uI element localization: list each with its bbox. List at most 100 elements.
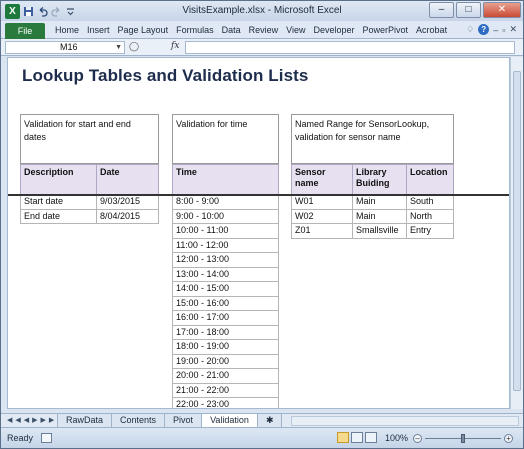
page-layout-view-icon[interactable] <box>351 432 363 443</box>
table-cell[interactable]: South <box>406 194 454 210</box>
table-cell[interactable]: 8/04/2015 <box>96 208 159 224</box>
worksheet-grid[interactable]: Lookup Tables and Validation Lists Valid… <box>7 57 510 409</box>
zoom-level[interactable]: 100% <box>385 433 408 443</box>
column-header-description[interactable]: Description <box>20 164 97 195</box>
table-row: 21:00 - 22:00 <box>172 382 279 398</box>
macro-record-icon[interactable] <box>41 433 52 443</box>
tab-page-layout[interactable]: Page Layout <box>114 25 173 35</box>
table-row: 11:00 - 12:00 <box>172 237 279 253</box>
table-cell[interactable]: 13:00 - 14:00 <box>172 266 279 282</box>
ribbon-tab-list: Home Insert Page Layout Formulas Data Re… <box>51 25 451 35</box>
table-cell[interactable]: 9/03/2015 <box>96 194 159 210</box>
sheet-tab-rawdata[interactable]: RawData <box>57 414 113 428</box>
insert-sheet-icon[interactable]: ✱ <box>256 414 283 428</box>
zoom-out-icon[interactable]: – <box>413 434 422 443</box>
sheet-tab-contents[interactable]: Contents <box>111 414 166 428</box>
normal-view-icon[interactable] <box>337 432 349 443</box>
column-header-location[interactable]: Location <box>406 164 454 195</box>
column-header-library-building[interactable]: Library Buiding <box>352 164 407 195</box>
sheet-tab-pivot[interactable]: Pivot <box>164 414 203 428</box>
table-cell[interactable]: 10:00 - 11:00 <box>172 223 279 239</box>
table-row: W02 Main North <box>291 208 454 224</box>
formula-collapse-icon[interactable]: ◯ <box>129 41 139 52</box>
table-cell[interactable]: 19:00 - 20:00 <box>172 353 279 369</box>
table-cell[interactable]: 8:00 - 9:00 <box>172 194 279 210</box>
table-cell[interactable]: 16:00 - 17:00 <box>172 310 279 326</box>
workbook-minimize-icon[interactable]: – <box>493 25 498 35</box>
minimize-button[interactable]: – <box>429 2 454 18</box>
maximize-button[interactable]: □ <box>456 2 481 18</box>
table-cell[interactable]: 15:00 - 16:00 <box>172 295 279 311</box>
sheet-tab-bar: ◀◀◀▶▶▶ RawData Contents Pivot Validation… <box>1 413 523 428</box>
table-cell[interactable]: 20:00 - 21:00 <box>172 368 279 384</box>
scrollbar-thumb[interactable] <box>513 71 521 391</box>
zoom-slider[interactable]: – + <box>413 434 513 443</box>
table-cell[interactable]: North <box>406 208 454 224</box>
tab-view[interactable]: View <box>282 25 309 35</box>
close-button[interactable]: ✕ <box>483 2 521 18</box>
table-cell[interactable]: 12:00 - 13:00 <box>172 252 279 268</box>
tab-data[interactable]: Data <box>218 25 245 35</box>
table-cell[interactable]: Main <box>352 194 407 210</box>
page-break-view-icon[interactable] <box>365 432 377 443</box>
table-cell[interactable]: 21:00 - 22:00 <box>172 382 279 398</box>
workbook-restore-icon[interactable]: ▫ <box>502 25 505 35</box>
table-row: 13:00 - 14:00 <box>172 266 279 282</box>
tab-developer[interactable]: Developer <box>309 25 358 35</box>
tab-home[interactable]: Home <box>51 25 83 35</box>
zoom-track[interactable] <box>425 434 501 443</box>
ribbon-right-controls: ♢ ? – ▫ ✕ <box>466 24 517 35</box>
table-cell[interactable]: 18:00 - 19:00 <box>172 339 279 355</box>
formula-bar: M16 ▼ ◯ fx <box>1 39 523 56</box>
workbook-close-icon[interactable]: ✕ <box>509 24 517 35</box>
sheet-navigation-icons[interactable]: ◀◀◀▶▶▶ <box>7 416 57 424</box>
table-cell[interactable]: W01 <box>291 194 353 210</box>
sheet-tab-list: RawData Contents Pivot Validation ✱ <box>57 414 283 428</box>
table-cell[interactable]: Entry <box>406 223 454 239</box>
formula-input[interactable] <box>185 41 515 54</box>
tab-acrobat[interactable]: Acrobat <box>412 25 451 35</box>
chevron-down-icon[interactable]: ▼ <box>115 42 122 53</box>
table-row: 20:00 - 21:00 <box>172 368 279 384</box>
table-cell[interactable]: 14:00 - 15:00 <box>172 281 279 297</box>
table-row: W01 Main South <box>291 194 454 210</box>
validation-dates-header[interactable]: Validation for start and end dates <box>20 114 159 164</box>
minimize-ribbon-icon[interactable]: ♢ <box>466 24 474 35</box>
table-cell[interactable]: Start date <box>20 194 97 210</box>
table-cell[interactable]: 9:00 - 10:00 <box>172 208 279 224</box>
name-box[interactable]: M16 ▼ <box>5 41 125 54</box>
zoom-knob[interactable] <box>461 434 465 443</box>
table-row: 12:00 - 13:00 <box>172 252 279 268</box>
tab-powerpivot[interactable]: PowerPivot <box>359 25 413 35</box>
status-text: Ready <box>7 433 34 443</box>
tab-review[interactable]: Review <box>245 25 283 35</box>
freeze-pane-divider[interactable] <box>8 194 509 196</box>
column-header-sensor-name[interactable]: Sensor name <box>291 164 353 195</box>
table-cell[interactable]: End date <box>20 208 97 224</box>
validation-time-header[interactable]: Validation for time <box>172 114 279 164</box>
table-row: 8:00 - 9:00 <box>172 194 279 210</box>
vertical-scrollbar[interactable] <box>510 57 523 409</box>
sheet-tab-validation[interactable]: Validation <box>201 414 258 428</box>
sensor-lookup-header[interactable]: Named Range for SensorLookup, validation… <box>291 114 454 164</box>
tab-formulas[interactable]: Formulas <box>172 25 218 35</box>
tab-file[interactable]: File <box>5 23 45 39</box>
table-row: Z01 Smallsville Entry <box>291 223 454 239</box>
table-cell[interactable]: 17:00 - 18:00 <box>172 324 279 340</box>
table-row: End date 8/04/2015 <box>20 208 159 224</box>
column-header-time[interactable]: Time <box>172 164 279 195</box>
sensor-lookup-table: Sensor name Library Buiding Location W01… <box>291 164 454 239</box>
table-cell[interactable]: 22:00 - 23:00 <box>172 397 279 408</box>
tab-insert[interactable]: Insert <box>83 25 114 35</box>
name-box-value: M16 <box>60 42 78 52</box>
table-cell[interactable]: W02 <box>291 208 353 224</box>
column-header-date[interactable]: Date <box>96 164 159 195</box>
table-cell[interactable]: Smallsville <box>352 223 407 239</box>
horizontal-scrollbar[interactable] <box>291 416 519 426</box>
zoom-in-icon[interactable]: + <box>504 434 513 443</box>
table-cell[interactable]: 11:00 - 12:00 <box>172 237 279 253</box>
help-icon[interactable]: ? <box>478 24 490 35</box>
table-cell[interactable]: Z01 <box>291 223 353 239</box>
insert-function-icon[interactable]: fx <box>171 41 179 51</box>
table-cell[interactable]: Main <box>352 208 407 224</box>
